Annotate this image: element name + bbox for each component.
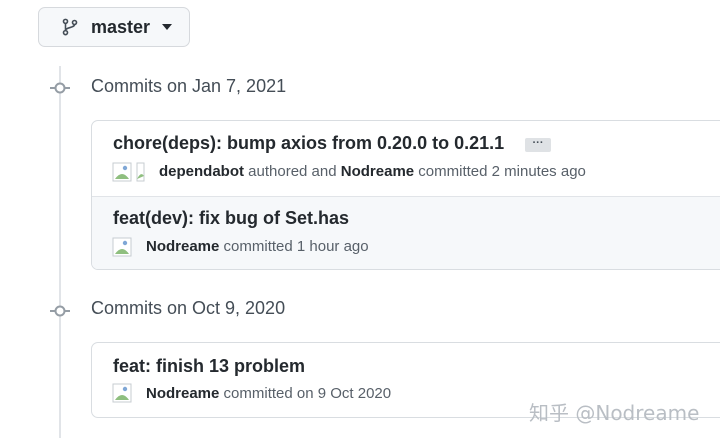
avatar-icon[interactable] xyxy=(112,237,132,257)
committed-text: committed on 9 Oct 2020 xyxy=(223,385,392,402)
committed-text: committed 2 minutes ago xyxy=(418,163,586,180)
watermark: 知乎 @Nodreame xyxy=(529,401,700,425)
branch-name: master xyxy=(91,16,151,37)
committer-link[interactable]: Nodreame xyxy=(341,163,414,180)
commit-title-link[interactable]: feat(dev): fix bug of Set.has xyxy=(113,208,349,229)
authored-text: authored and xyxy=(248,163,337,180)
git-branch-icon xyxy=(62,18,78,36)
expand-message-button[interactable]: ··· xyxy=(525,138,551,152)
author-link[interactable]: dependabot xyxy=(159,163,244,180)
commits-page: master Commits on Jan 7, 2021 chore(deps… xyxy=(0,0,720,438)
avatar-icon[interactable] xyxy=(136,162,145,182)
commit-title-link[interactable]: feat: finish 13 problem xyxy=(113,356,305,377)
caret-down-icon xyxy=(162,24,173,30)
commit-group-node-icon xyxy=(50,82,70,94)
commit-group-heading: Commits on Jan 7, 2021 xyxy=(91,76,287,96)
commit-meta: Nodreame committed on 9 Oct 2020 xyxy=(146,385,391,402)
commit-group-node-icon xyxy=(50,305,70,317)
avatar-icon[interactable] xyxy=(112,383,132,403)
commit-list: chore(deps): bump axios from 0.20.0 to 0… xyxy=(91,120,720,270)
author-link[interactable]: Nodreame xyxy=(146,238,219,255)
avatar-icon[interactable] xyxy=(112,162,132,182)
author-link[interactable]: Nodreame xyxy=(146,385,219,402)
commit-group-heading: Commits on Oct 9, 2020 xyxy=(91,298,286,318)
commit-title-link[interactable]: chore(deps): bump axios from 0.20.0 to 0… xyxy=(113,133,504,154)
branch-select-button[interactable]: master xyxy=(38,7,190,47)
commit-row: chore(deps): bump axios from 0.20.0 to 0… xyxy=(92,121,720,196)
timeline-line xyxy=(59,66,61,438)
committed-text: committed 1 hour ago xyxy=(223,238,369,255)
commit-row: feat(dev): fix bug of Set.has Nodreame c… xyxy=(92,196,720,269)
commit-meta: dependabot authored and Nodreame committ… xyxy=(159,163,586,180)
commit-meta: Nodreame committed 1 hour ago xyxy=(146,238,369,255)
